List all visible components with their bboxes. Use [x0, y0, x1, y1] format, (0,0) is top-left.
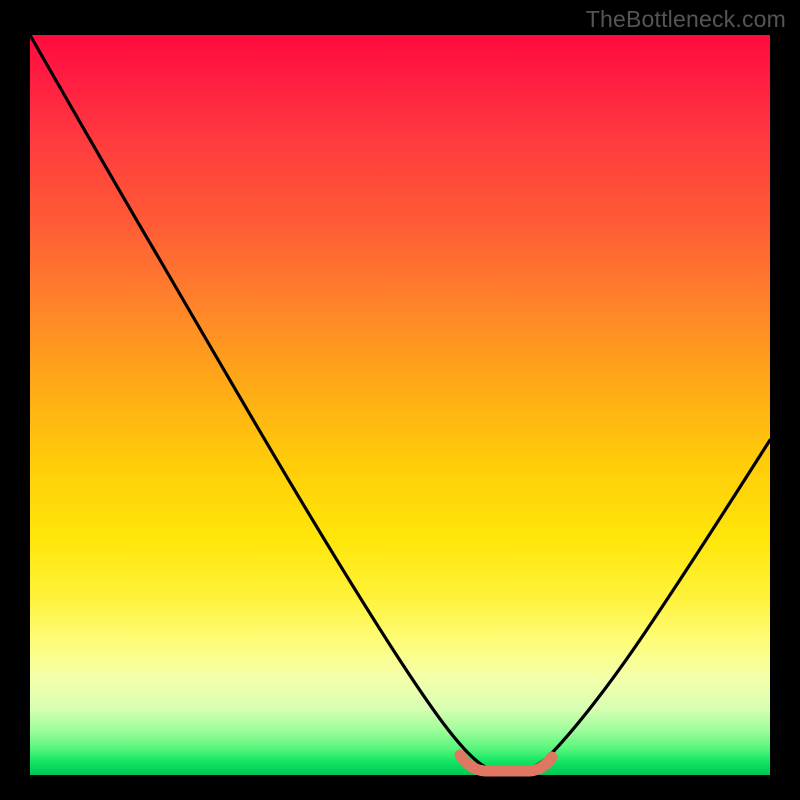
plot-area — [30, 35, 770, 775]
watermark-text: TheBottleneck.com — [586, 6, 786, 33]
v-curve-path — [30, 35, 770, 772]
chart-stage: TheBottleneck.com — [0, 0, 800, 800]
plot-frame — [30, 35, 770, 775]
curve-layer — [30, 35, 770, 775]
